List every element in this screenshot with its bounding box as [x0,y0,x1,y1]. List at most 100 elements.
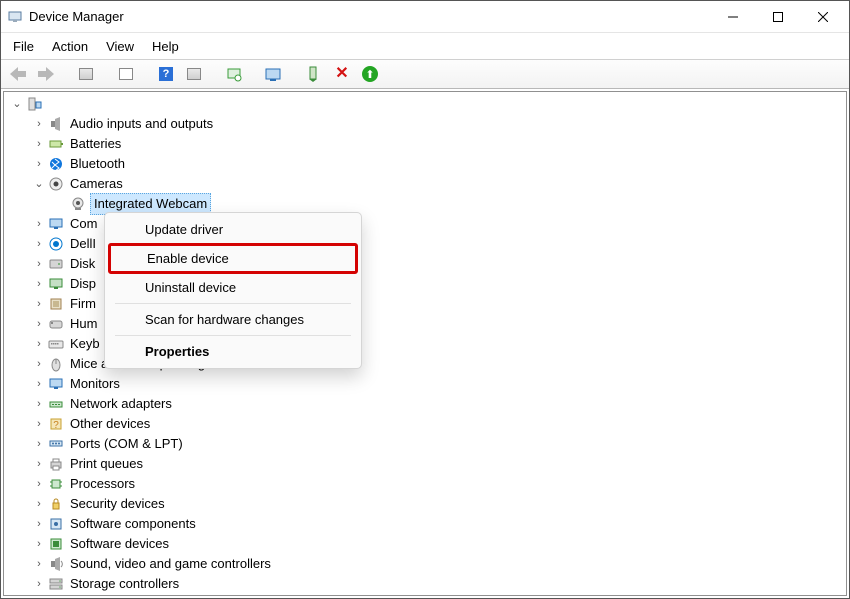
expander-icon[interactable]: › [32,477,46,491]
tree-item-label: Com [68,214,99,234]
tree-root[interactable]: ⌄. [10,94,844,114]
disk-icon [48,256,64,272]
tree-item-label: Disp [68,274,98,294]
mouse-icon [48,356,64,372]
tree-item-other-devices[interactable]: ›?Other devices [10,414,844,434]
tree-item-label: Audio inputs and outputs [68,114,215,134]
tree-item-batteries[interactable]: › Batteries [10,134,844,154]
show-hide-console-tree-icon[interactable] [75,63,97,85]
tree-item-cameras[interactable]: ⌄Cameras [10,174,844,194]
properties-icon[interactable] [183,63,205,85]
menu-help[interactable]: Help [144,36,187,57]
back-icon[interactable] [7,63,29,85]
tree-item-ports-com-lpt[interactable]: › Ports (COM & LPT) [10,434,844,454]
sound-icon [48,556,64,572]
expander-icon[interactable]: › [32,217,46,231]
context-menu: Update driverEnable deviceUninstall devi… [104,212,362,369]
expander-icon[interactable]: › [32,317,46,331]
expander-icon[interactable]: › [32,237,46,251]
expander-icon[interactable]: › [32,357,46,371]
hid-icon [48,316,64,332]
expander-icon[interactable]: › [32,277,46,291]
monitor2-icon [48,376,64,392]
tree-item-monitors[interactable]: › Monitors [10,374,844,394]
disable-device-icon[interactable]: ✕ [331,63,353,85]
context-menu-uninstall-device[interactable]: Uninstall device [109,275,357,300]
expander-icon[interactable]: › [32,497,46,511]
expander-icon[interactable]: › [32,397,46,411]
expander-icon[interactable]: ⌄ [10,97,24,111]
tree-item-label: Processors [68,474,137,494]
tree-item-software-devices[interactable]: › Software devices [10,534,844,554]
tree-item-label: Print queues [68,454,145,474]
expander-icon[interactable]: › [32,297,46,311]
context-menu-properties[interactable]: Properties [109,339,357,364]
tree-item-print-queues[interactable]: › Print queues [10,454,844,474]
tree-item-software-components[interactable]: ›Software components [10,514,844,534]
tree-item-label: Batteries [68,134,123,154]
menu-file[interactable]: File [5,36,42,57]
tree-item-processors[interactable]: › Processors [10,474,844,494]
tree-item-label: Software devices [68,534,171,554]
enable-device-icon[interactable] [303,63,325,85]
expander-icon[interactable]: › [32,557,46,571]
tree-item-bluetooth[interactable]: ›Bluetooth [10,154,844,174]
maximize-button[interactable] [755,2,800,32]
context-menu-separator [115,303,351,304]
titlebar: Device Manager [1,1,849,33]
tree-item-label: Security devices [68,494,167,514]
expander-icon[interactable]: › [32,437,46,451]
window-title: Device Manager [29,9,124,24]
tree-item-label: Sound, video and game controllers [68,554,273,574]
expander-icon[interactable]: › [32,117,46,131]
dell-icon [48,236,64,252]
forward-icon[interactable] [35,63,57,85]
webcam-icon [70,196,86,212]
menubar: File Action View Help [1,33,849,59]
tree-item-storage-controllers[interactable]: ›Storage controllers [10,574,844,594]
menu-view[interactable]: View [98,36,142,57]
tree-item-label: Monitors [68,374,122,394]
context-menu-update-driver[interactable]: Update driver [109,217,357,242]
device-tree[interactable]: ⌄. › Audio inputs and outputs › Batteries›Bl… [3,91,847,596]
printer-icon [48,456,64,472]
expander-icon[interactable]: › [32,537,46,551]
tree-item-sound-video-and-game-controllers[interactable]: › Sound, video and game controllers [10,554,844,574]
close-button[interactable] [800,2,845,32]
camera-icon [48,176,64,192]
properties-sheet-icon[interactable] [115,63,137,85]
expander-icon[interactable]: › [32,137,46,151]
expander-icon[interactable]: › [32,577,46,591]
tree-item-network-adapters[interactable]: ›Network adapters [10,394,844,414]
security-icon [48,496,64,512]
computer-icon [26,96,42,112]
device-manager-window: Device Manager File Action View Help ? ✕… [0,0,850,599]
tree-item-label: Keyb [68,334,102,354]
expander-icon[interactable]: › [32,157,46,171]
uninstall-device-icon[interactable]: ⬆ [359,63,381,85]
expander-icon[interactable]: › [32,457,46,471]
expander-icon[interactable]: ⌄ [32,177,46,191]
context-menu-scan-for-hardware-changes[interactable]: Scan for hardware changes [109,307,357,332]
help-icon[interactable]: ? [155,63,177,85]
menu-action[interactable]: Action [44,36,96,57]
context-menu-enable-device[interactable]: Enable device [108,243,358,274]
network-icon [48,396,64,412]
expander-icon[interactable]: › [32,337,46,351]
expander-icon[interactable]: › [32,377,46,391]
app-icon [7,9,23,25]
expander-icon[interactable]: › [32,417,46,431]
expander-icon[interactable]: › [32,517,46,531]
keyboard-icon [48,336,64,352]
update-driver-icon[interactable] [263,63,285,85]
tree-item-label: Ports (COM & LPT) [68,434,185,454]
minimize-button[interactable] [710,2,755,32]
tree-item-label: Hum [68,314,99,334]
expander-icon[interactable]: › [32,257,46,271]
tree-item-label: Other devices [68,414,152,434]
tree-item-integrated-webcam[interactable]: Integrated Webcam [10,194,844,214]
tree-item-audio-inputs-and-outputs[interactable]: › Audio inputs and outputs [10,114,844,134]
tree-item-security-devices[interactable]: › Security devices [10,494,844,514]
speaker-icon [48,116,64,132]
scan-hardware-icon[interactable] [223,63,245,85]
